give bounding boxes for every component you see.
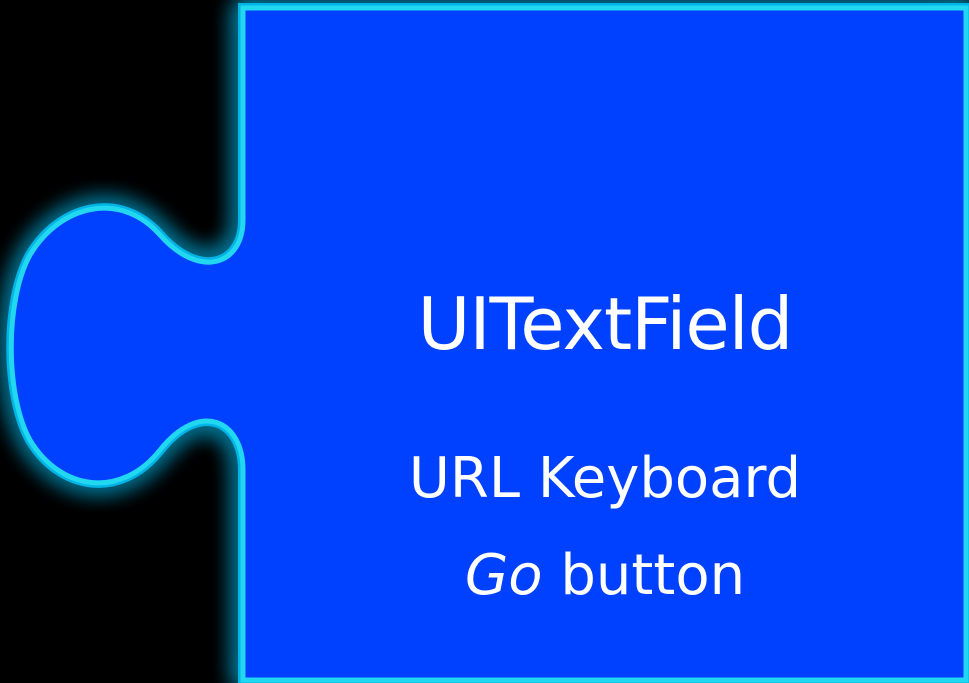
button-text: button xyxy=(542,543,746,608)
diagram-canvas: UITextField URL Keyboard Go button xyxy=(0,0,969,683)
piece-line-url-keyboard: URL Keyboard xyxy=(408,446,802,511)
go-italic-text: Go xyxy=(464,543,543,608)
piece-title: UITextField xyxy=(417,282,794,366)
piece-line-go-button: Go button xyxy=(244,543,966,608)
